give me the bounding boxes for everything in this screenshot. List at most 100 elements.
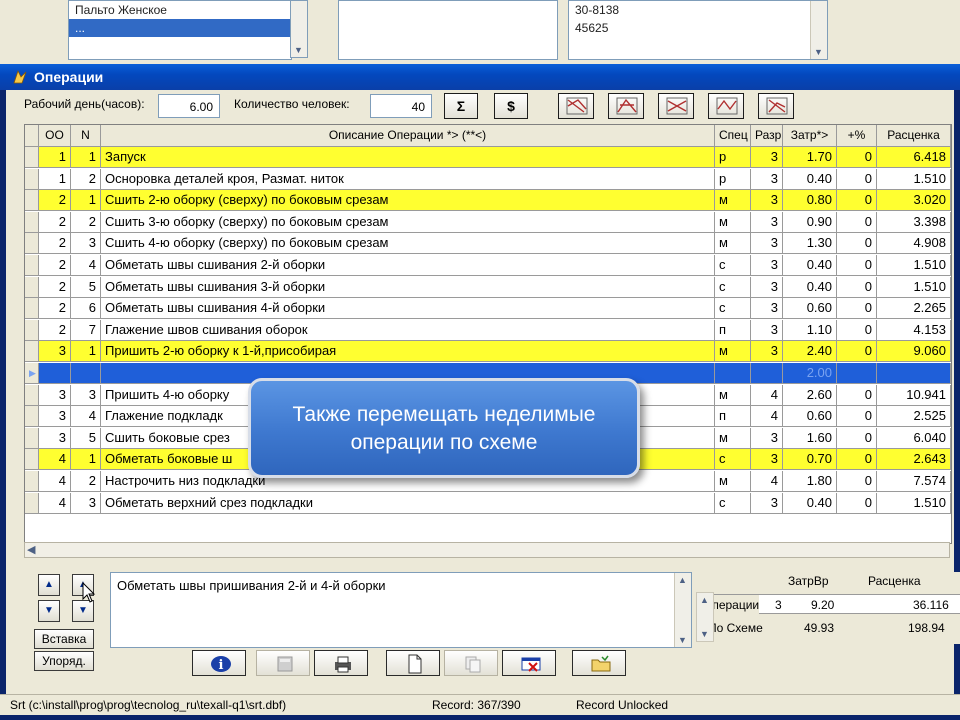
cell-spec[interactable]: р	[715, 168, 751, 189]
cell-rate[interactable]: 1.510	[877, 276, 951, 297]
cell-zatr[interactable]: 0.80	[783, 190, 837, 211]
chevron-down-icon[interactable]: ▼	[814, 47, 823, 57]
delete-row-button[interactable]	[502, 650, 556, 676]
cell-rate[interactable]: 2.643	[877, 449, 951, 470]
cell-oo[interactable]	[39, 363, 71, 383]
column-header-description[interactable]: Описание Операции *> (**<)	[101, 125, 715, 146]
background-list-right[interactable]: 30-8138 45625 ▼	[568, 0, 828, 60]
cell-spec[interactable]	[715, 363, 751, 383]
sum-button[interactable]: Σ	[444, 93, 478, 119]
cell-percent[interactable]: 0	[837, 211, 877, 232]
row-indicator[interactable]	[25, 406, 39, 427]
scheme-button-4[interactable]	[708, 93, 744, 119]
row-indicator[interactable]	[25, 471, 39, 491]
table-row[interactable]: 2 2 Сшить 3-ю оборку (сверху) по боковым с…	[25, 211, 951, 233]
cell-n[interactable]	[71, 363, 101, 383]
cell-percent[interactable]: 0	[837, 406, 877, 427]
cell-percent[interactable]	[837, 363, 877, 383]
column-header-rate[interactable]: Расценка	[877, 125, 951, 146]
row-indicator[interactable]	[25, 384, 39, 405]
cell-razr[interactable]: 3	[751, 276, 783, 297]
cell-n[interactable]: 5	[71, 427, 101, 448]
row-indicator[interactable]	[25, 211, 39, 232]
copy-button[interactable]	[444, 650, 498, 676]
cell-rate[interactable]: 3.020	[877, 190, 951, 211]
cell-n[interactable]: 2	[71, 211, 101, 232]
cell-spec[interactable]: м	[715, 427, 751, 448]
cell-percent[interactable]: 0	[837, 492, 877, 513]
cell-description[interactable]: Обметать швы сшивания 2-й оборки	[101, 255, 715, 275]
cell-oo[interactable]: 3	[39, 406, 71, 427]
cell-zatr[interactable]: 0.40	[783, 168, 837, 189]
scheme-button-3[interactable]	[658, 93, 694, 119]
cell-oo[interactable]: 1	[39, 147, 71, 167]
cell-description[interactable]: Запуск	[101, 147, 715, 167]
operation-description-memo[interactable]: Обметать швы пришивания 2-й и 4-й оборки…	[110, 572, 692, 648]
scheme-button-5[interactable]	[758, 93, 794, 119]
workday-input[interactable]: 6.00	[158, 94, 220, 118]
row-indicator[interactable]	[25, 147, 39, 167]
cell-razr[interactable]: 3	[751, 168, 783, 189]
column-header-n[interactable]: N	[71, 125, 101, 146]
cell-razr[interactable]: 3	[751, 427, 783, 448]
cell-rate[interactable]: 9.060	[877, 341, 951, 362]
column-header-razr[interactable]: Разр	[751, 125, 783, 146]
chevron-left-icon[interactable]: ◀	[27, 543, 35, 557]
row-indicator[interactable]	[25, 168, 39, 189]
cell-razr[interactable]: 3	[751, 255, 783, 275]
cell-n[interactable]: 4	[71, 406, 101, 427]
new-document-button[interactable]	[386, 650, 440, 676]
cell-razr[interactable]	[751, 363, 783, 383]
cell-oo[interactable]: 2	[39, 233, 71, 254]
cell-zatr[interactable]: 2.60	[783, 384, 837, 405]
cell-rate[interactable]: 1.510	[877, 255, 951, 275]
row-indicator[interactable]	[25, 298, 39, 319]
cell-n[interactable]: 3	[71, 233, 101, 254]
cell-spec[interactable]: п	[715, 406, 751, 427]
cell-rate[interactable]	[877, 363, 951, 383]
cell-oo[interactable]: 3	[39, 341, 71, 362]
cell-oo[interactable]: 4	[39, 471, 71, 491]
cell-spec[interactable]: м	[715, 341, 751, 362]
cell-zatr[interactable]: 0.90	[783, 211, 837, 232]
scrollbar[interactable]: ▼	[290, 0, 308, 58]
cell-razr[interactable]: 3	[751, 298, 783, 319]
cell-spec[interactable]: м	[715, 384, 751, 405]
cell-razr[interactable]: 4	[751, 384, 783, 405]
cell-description[interactable]: Осноровка деталей кроя, Размат. ниток	[101, 168, 715, 189]
background-list-middle[interactable]	[338, 0, 558, 60]
cell-rate[interactable]: 1.510	[877, 492, 951, 513]
cell-n[interactable]: 1	[71, 147, 101, 167]
cell-razr[interactable]: 3	[751, 211, 783, 232]
cell-rate[interactable]: 6.418	[877, 147, 951, 167]
cell-razr[interactable]: 4	[751, 406, 783, 427]
cell-description[interactable]: Обметать верхний срез подкладки	[101, 492, 715, 513]
cell-oo[interactable]: 3	[39, 384, 71, 405]
cell-percent[interactable]: 0	[837, 298, 877, 319]
cell-spec[interactable]: с	[715, 449, 751, 470]
cell-percent[interactable]: 0	[837, 255, 877, 275]
cell-zatr[interactable]: 0.40	[783, 276, 837, 297]
background-list-left[interactable]: Пальто Женское ...	[68, 0, 292, 60]
table-row[interactable]: 2 7 Глажение швов сшивания оборок п 3 1.10 0 4.…	[25, 319, 951, 341]
table-row[interactable]: 1 1 Запуск р 3 1.70 0 6.418	[25, 147, 951, 168]
list-item[interactable]: ...	[69, 19, 291, 37]
info-button[interactable]: i	[192, 650, 246, 676]
cell-n[interactable]: 4	[71, 255, 101, 275]
cell-razr[interactable]: 3	[751, 492, 783, 513]
cell-oo[interactable]: 3	[39, 427, 71, 448]
cell-oo[interactable]: 2	[39, 190, 71, 211]
chevron-up-icon[interactable]: ▲	[700, 595, 709, 605]
chevron-up-icon[interactable]: ▲	[678, 575, 687, 585]
cell-razr[interactable]: 4	[751, 471, 783, 491]
cell-oo[interactable]: 2	[39, 211, 71, 232]
list-item[interactable]: 30-8138	[569, 1, 827, 19]
cell-rate[interactable]: 3.398	[877, 211, 951, 232]
table-row[interactable]: 2 1 Сшить 2-ю оборку (сверху) по боковым с…	[25, 190, 951, 212]
insert-button[interactable]: Вставка	[34, 629, 94, 649]
cell-oo[interactable]: 2	[39, 276, 71, 297]
cell-n[interactable]: 2	[71, 168, 101, 189]
order-button[interactable]: Упоряд.	[34, 651, 94, 671]
cell-zatr[interactable]: 0.70	[783, 449, 837, 470]
cell-percent[interactable]: 0	[837, 276, 877, 297]
